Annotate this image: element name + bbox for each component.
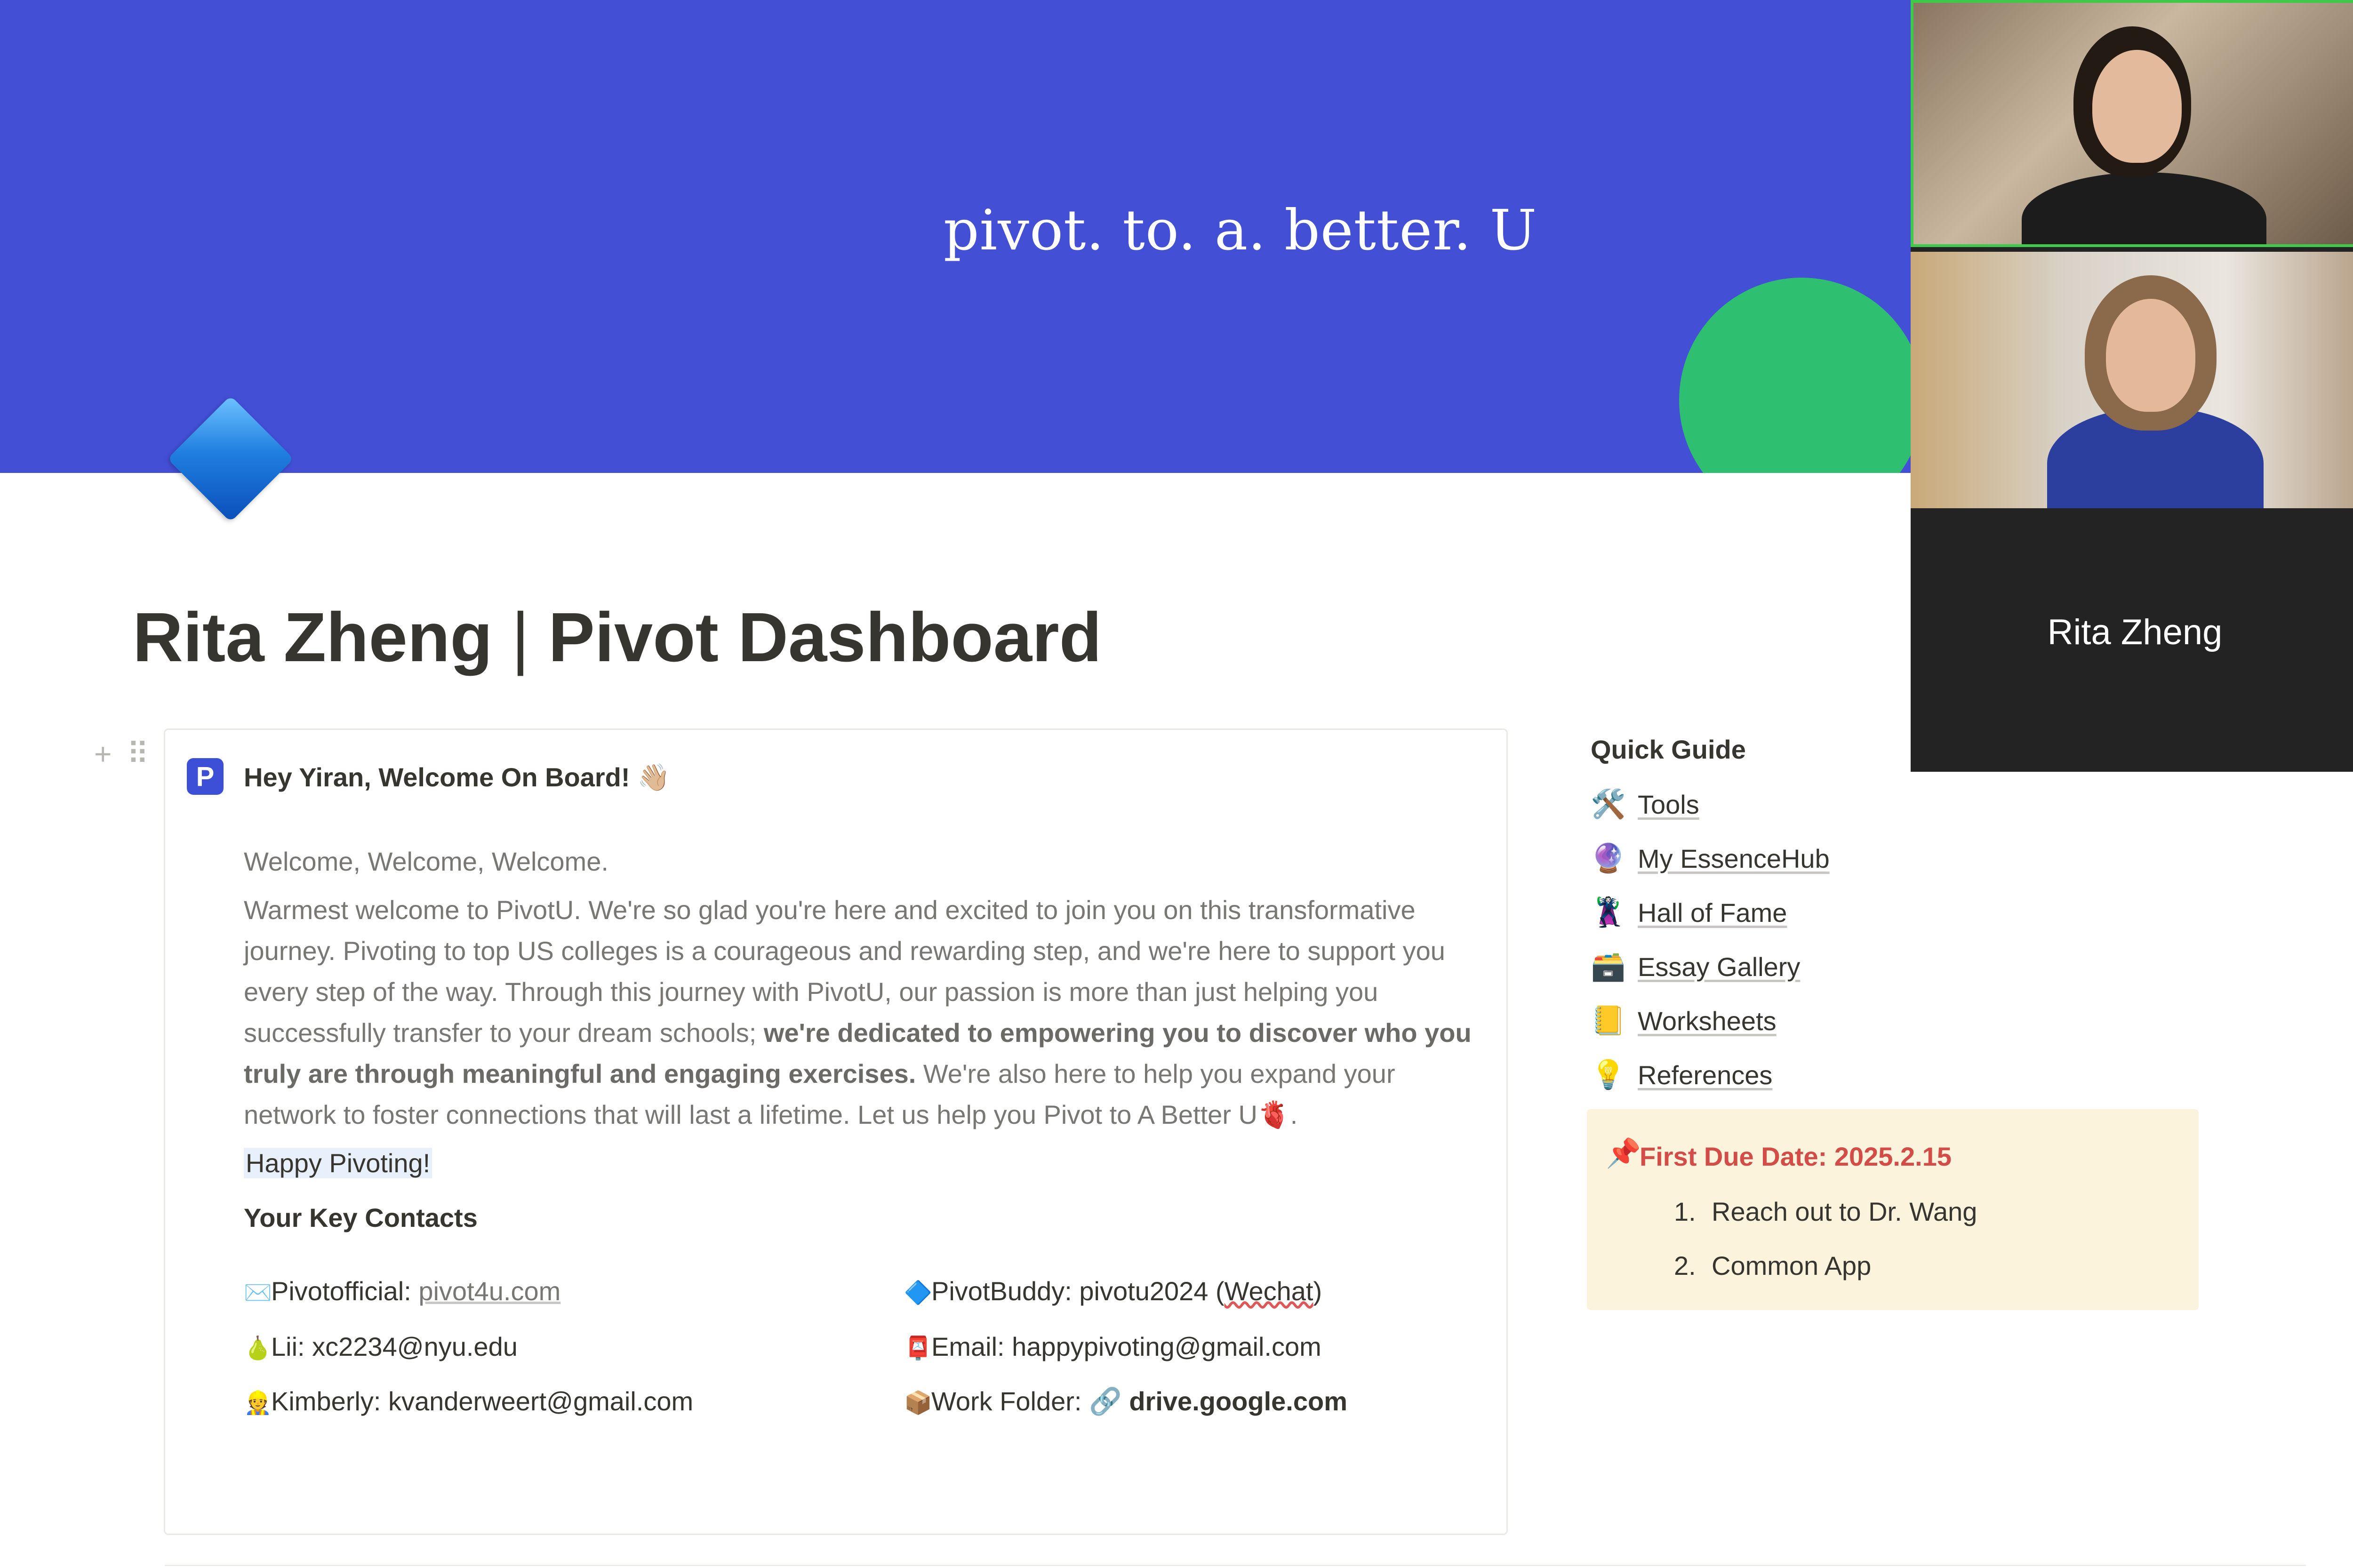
drive-link[interactable]: drive.google.com [1129, 1386, 1347, 1416]
page-title-name: Rita Zheng [133, 599, 493, 676]
notebook-icon: 📒 [1591, 1005, 1626, 1036]
pear-icon: 🍐 [244, 1336, 272, 1361]
package-icon: 📦 [904, 1391, 932, 1416]
banner-title: pivot. to. a. better. U [944, 198, 1537, 263]
add-block-icon[interactable]: + [94, 737, 112, 771]
welcome-callout: P Hey Yiran, Welcome On Board! 👋🏼 Welcom… [164, 728, 1508, 1535]
mailbox-icon: 📮 [904, 1336, 932, 1361]
guide-item-essencehub[interactable]: 🔮 My EssenceHub [1591, 841, 1830, 875]
pivot4u-link[interactable]: pivot4u.com [418, 1276, 560, 1306]
tools-icon: 🛠️ [1591, 788, 1626, 820]
hero-icon: 🦹 [1591, 896, 1626, 928]
crystal-ball-icon: 🔮 [1591, 842, 1626, 874]
contact-kimberly: 👷Kimberly: kvanderweert@gmail.com [244, 1386, 694, 1416]
welcome-paragraph: Warmest welcome to PivotU. We're so glad… [244, 895, 1472, 1129]
callout-body: Welcome, Welcome, Welcome. Warmest welco… [244, 841, 1477, 1135]
guide-item-essay-gallery[interactable]: 🗃️ Essay Gallery [1591, 950, 1800, 983]
envelope-icon: ✉️ [244, 1280, 272, 1305]
pushpin-icon: 📌 [1606, 1137, 1641, 1169]
guide-item-hall-of-fame[interactable]: 🦹 Hall of Fame [1591, 896, 1787, 929]
key-contacts-heading: Your Key Contacts [244, 1203, 478, 1232]
pivot-logo-icon: P [187, 758, 224, 795]
guide-item-worksheets[interactable]: 📒 Worksheets [1591, 1004, 1777, 1037]
page-title-separator: | [511, 599, 530, 676]
callout-heading: Hey Yiran, Welcome On Board! 👋🏼 [244, 762, 670, 792]
link-icon: 🔗 [1089, 1386, 1122, 1416]
contact-pivotbuddy: 🔷PivotBuddy: pivotu2024 (Wechat) [904, 1276, 1322, 1306]
quick-guide-heading: Quick Guide [1591, 735, 1746, 764]
card-box-icon: 🗃️ [1591, 951, 1626, 982]
blue-diamond-icon: 🔷 [904, 1280, 932, 1305]
welcome-intro: Welcome, Welcome, Welcome. [244, 847, 608, 876]
guide-item-references[interactable]: 💡 References [1591, 1058, 1772, 1091]
cover-banner: pivot. to. a. better. U [0, 0, 1911, 473]
due-date-callout: 📌 First Due Date: 2025.2.15 1. Reach out … [1587, 1109, 2199, 1310]
guide-item-tools[interactable]: 🛠️ Tools [1591, 787, 1699, 821]
contact-official: ✉️Pivotofficial: pivot4u.com [244, 1276, 561, 1306]
contact-lii: 🍐Lii: xc2234@nyu.edu [244, 1332, 518, 1361]
due-item-1: 1. Reach out to Dr. Wang [1674, 1197, 1977, 1226]
participant-name: Rita Zheng [2047, 612, 2223, 652]
video-call-panel: Rita Zheng [1911, 0, 2353, 772]
lightbulb-icon: 💡 [1591, 1059, 1626, 1090]
due-item-2: 2. Common App [1674, 1251, 1872, 1280]
contact-work-folder: 📦Work Folder: 🔗 drive.google.com [904, 1386, 1347, 1416]
happy-pivoting-text: Happy Pivoting! [244, 1148, 432, 1178]
worker-icon: 👷 [244, 1391, 272, 1416]
drag-handle-icon[interactable]: ⠿ [127, 737, 149, 771]
video-tile-participant[interactable] [1911, 252, 2353, 508]
due-date-title: First Due Date: 2025.2.15 [1640, 1142, 1952, 1171]
page-title: Rita Zheng | Pivot Dashboard [133, 598, 1102, 678]
divider [165, 1565, 2306, 1566]
page-title-dashboard: Pivot Dashboard [548, 599, 1102, 676]
heart-icon: 🫀 [1257, 1100, 1290, 1129]
video-tile-active-speaker[interactable] [1911, 0, 2353, 247]
block-handles: + ⠿ [94, 736, 164, 772]
decorative-circle [1679, 278, 1911, 473]
contact-email: 📮Email: happypivoting@gmail.com [904, 1332, 1321, 1361]
